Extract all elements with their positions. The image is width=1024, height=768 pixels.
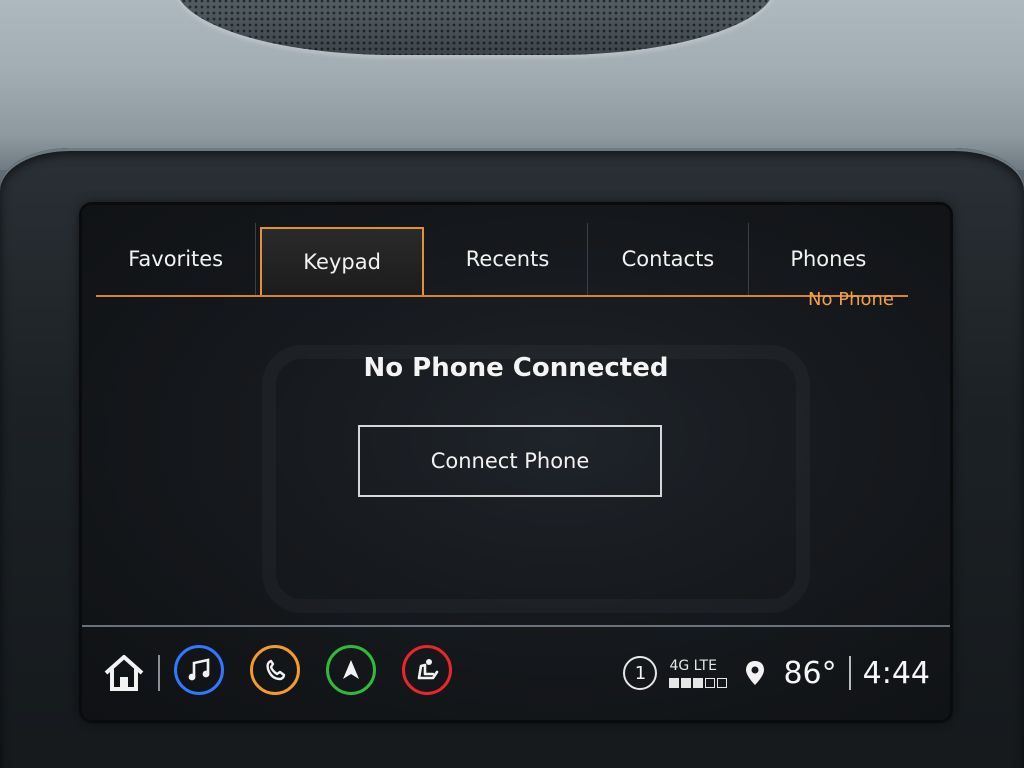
no-phone-message: No Phone Connected bbox=[363, 353, 669, 383]
network-label: 4G LTE bbox=[669, 658, 717, 674]
phone-status-text: No Phone bbox=[808, 289, 894, 310]
tab-recents[interactable]: Recents bbox=[428, 223, 589, 295]
music-app-button[interactable] bbox=[174, 645, 224, 695]
bottom-bar: 1 4G LTE 86° 4:44 bbox=[82, 627, 950, 720]
phone-tabs: Favorites Keypad Recents Contacts Phones bbox=[96, 223, 908, 297]
music-icon bbox=[188, 658, 210, 681]
status-separator bbox=[848, 656, 851, 690]
tab-keypad[interactable]: Keypad bbox=[260, 227, 424, 295]
signal-bar bbox=[705, 678, 716, 688]
location-pin-icon bbox=[746, 661, 765, 685]
connect-phone-button[interactable]: Connect Phone bbox=[358, 425, 662, 497]
notification-badge[interactable]: 1 bbox=[623, 656, 658, 690]
outside-temperature: 86° bbox=[783, 655, 837, 691]
signal-bar bbox=[717, 678, 728, 688]
navigation-app-button[interactable] bbox=[326, 645, 376, 695]
signal-bar bbox=[681, 678, 692, 688]
tab-favorites[interactable]: Favorites bbox=[96, 223, 257, 295]
signal-bars-icon bbox=[669, 678, 729, 688]
clock: 4:44 bbox=[862, 655, 930, 691]
network-status: 4G LTE bbox=[669, 658, 729, 688]
seat-icon bbox=[417, 659, 439, 680]
status-cluster: 1 4G LTE 86° 4:44 bbox=[623, 645, 930, 701]
tab-contacts[interactable]: Contacts bbox=[588, 223, 749, 295]
climate-seat-app-button[interactable] bbox=[402, 645, 452, 695]
signal-bar bbox=[693, 678, 704, 688]
home-icon[interactable] bbox=[102, 651, 146, 695]
phone-app-button[interactable] bbox=[250, 645, 300, 695]
dashboard-top bbox=[0, 0, 1024, 170]
dashboard-speaker-grille bbox=[175, 0, 775, 55]
signal-bar bbox=[669, 678, 680, 688]
navigation-icon bbox=[343, 660, 359, 679]
tab-phones[interactable]: Phones bbox=[749, 223, 908, 295]
bottom-bar-separator bbox=[158, 655, 160, 691]
infotainment-screen: Favorites Keypad Recents Contacts Phones… bbox=[82, 205, 950, 720]
phone-icon bbox=[266, 659, 286, 681]
